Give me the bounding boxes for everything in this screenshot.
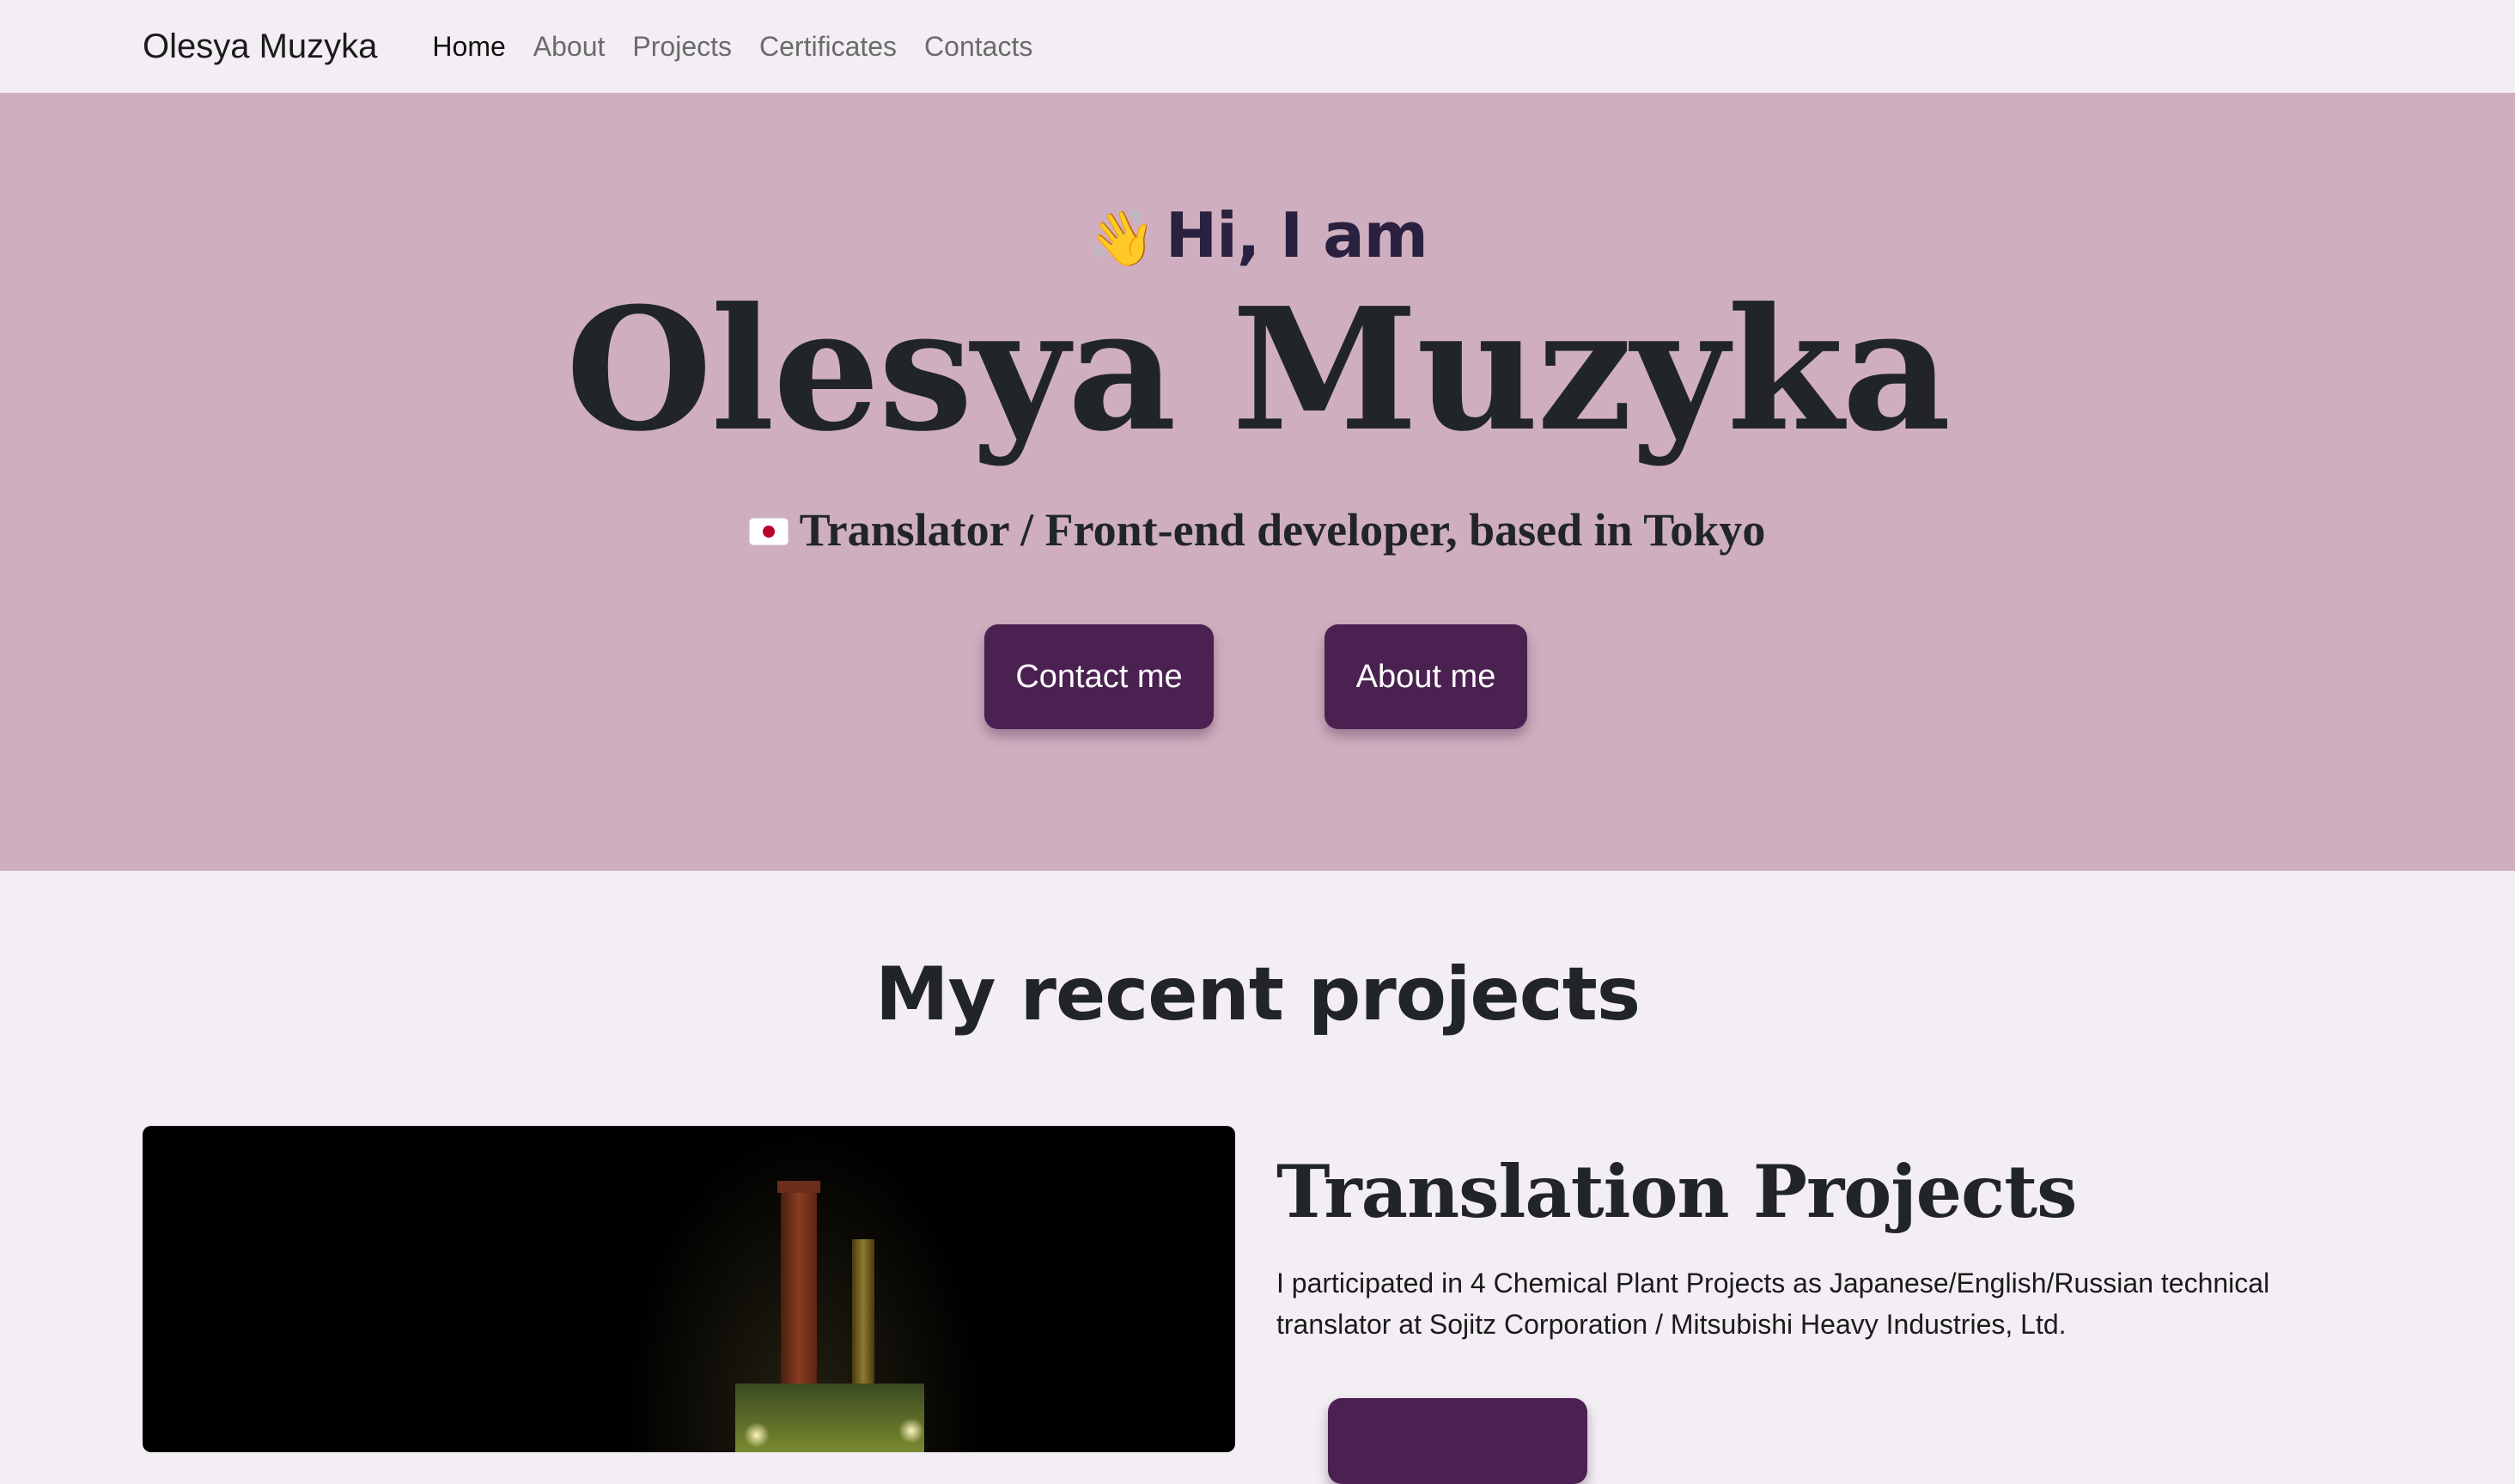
nav-link-certificates[interactable]: Certificates xyxy=(746,31,910,63)
project-title: Translation Projects xyxy=(1276,1149,2077,1234)
subtitle-text: Translator / Front-end developer, based … xyxy=(799,504,1766,556)
project-details-button[interactable] xyxy=(1328,1398,1587,1484)
project-description: I participated in 4 Chemical Plant Proje… xyxy=(1276,1268,2270,1340)
greeting-line: 👋 Hi, I am xyxy=(0,199,2515,271)
hero-subtitle: Translator / Front-end developer, based … xyxy=(0,503,2515,556)
plant-light xyxy=(898,1418,924,1444)
nav-links: Home About Projects Certificates Contact… xyxy=(418,31,1046,63)
nav-link-about[interactable]: About xyxy=(520,31,619,63)
navbar: Olesya Muzyka Home About Projects Certif… xyxy=(0,0,2515,93)
nav-link-home[interactable]: Home xyxy=(418,31,519,63)
nav-link-projects[interactable]: Projects xyxy=(618,31,746,63)
brand-link[interactable]: Olesya Muzyka xyxy=(143,27,377,66)
hero-name: Olesya Muzyka xyxy=(565,271,1952,469)
contact-me-button[interactable]: Contact me xyxy=(984,624,1214,729)
waving-hand-icon: 👋 xyxy=(1087,207,1156,271)
japan-flag-icon xyxy=(749,518,788,544)
projects-section-title: My recent projects xyxy=(874,952,1641,1037)
nav-link-contacts[interactable]: Contacts xyxy=(910,31,1046,63)
factory-night-image xyxy=(143,1126,1235,1452)
plant-light xyxy=(744,1422,770,1448)
about-me-button[interactable]: About me xyxy=(1324,624,1527,729)
hero-section: 👋 Hi, I am Olesya Muzyka Translator / Fro… xyxy=(0,93,2515,871)
greeting-text: Hi, I am xyxy=(1165,199,1428,271)
